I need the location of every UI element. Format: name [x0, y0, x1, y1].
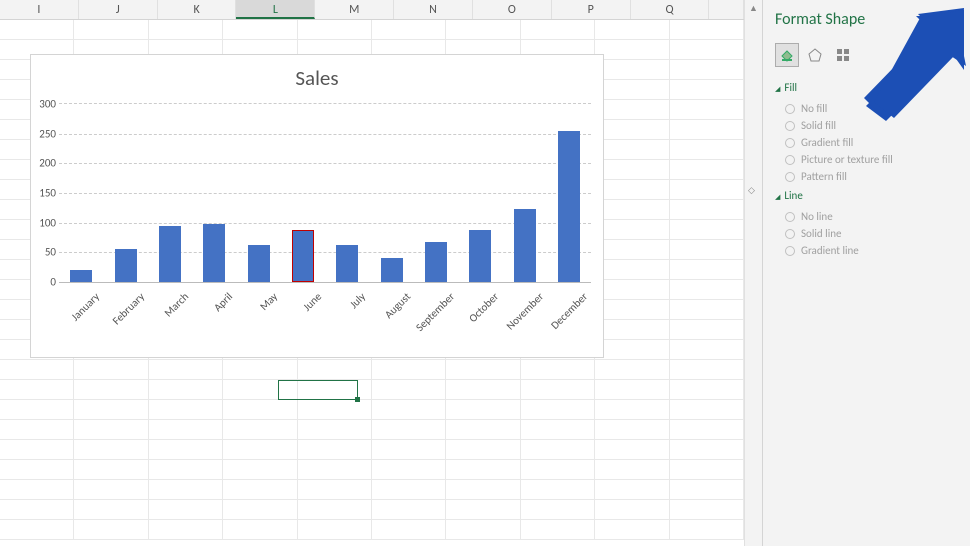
radio-icon — [785, 155, 795, 165]
pane-tool-tabs — [775, 43, 960, 67]
pane-close-button[interactable]: ✕ — [953, 12, 962, 25]
pane-options-dropdown[interactable]: ▾ — [933, 12, 939, 25]
line-solid-line[interactable]: Solid line — [785, 227, 960, 240]
col-header-q[interactable]: Q — [631, 0, 710, 19]
radio-icon — [785, 172, 795, 182]
chart-bar[interactable] — [70, 270, 92, 282]
radio-icon — [785, 121, 795, 131]
tab-fill-line[interactable] — [775, 43, 799, 67]
col-header-i[interactable]: I — [0, 0, 79, 19]
vertical-scrollbar[interactable]: ▲ ◇ — [744, 0, 762, 546]
chart-bar[interactable] — [336, 245, 358, 282]
y-axis-tick: 100 — [34, 216, 56, 229]
section-line-header[interactable]: Line — [775, 189, 960, 202]
fill-no-fill[interactable]: No fill — [785, 102, 960, 115]
chart-bar[interactable] — [203, 224, 225, 282]
radio-icon — [785, 212, 795, 222]
pane-title: Format Shape — [775, 10, 960, 29]
section-fill-header[interactable]: Fill — [775, 81, 960, 94]
y-axis-tick: 300 — [34, 98, 56, 111]
chart-bar[interactable] — [514, 209, 536, 282]
column-header-row: I J K L M N O P Q — [0, 0, 744, 20]
radio-label: Gradient fill — [801, 136, 853, 149]
tab-effects[interactable] — [803, 43, 827, 67]
active-cell-indicator[interactable] — [278, 380, 358, 400]
chart-bar[interactable] — [248, 245, 270, 282]
radio-icon — [785, 229, 795, 239]
fill-solid-fill[interactable]: Solid fill — [785, 119, 960, 132]
col-header-partial[interactable] — [709, 0, 744, 19]
y-axis-tick: 0 — [34, 276, 56, 289]
radio-label: No fill — [801, 102, 827, 115]
col-header-k[interactable]: K — [158, 0, 237, 19]
chart-bar[interactable] — [425, 242, 447, 282]
y-axis-tick: 150 — [34, 187, 56, 200]
chart-bar[interactable] — [292, 230, 314, 282]
col-header-j[interactable]: J — [79, 0, 158, 19]
chart-title[interactable]: Sales — [31, 55, 603, 91]
chart-bar[interactable] — [115, 249, 137, 282]
line-no-line[interactable]: No line — [785, 210, 960, 223]
spreadsheet-area: I J K L M N O P Q — [0, 0, 744, 546]
radio-label: Solid fill — [801, 119, 836, 132]
line-gradient-line[interactable]: Gradient line — [785, 244, 960, 257]
radio-icon — [785, 104, 795, 114]
col-header-l[interactable]: L — [236, 0, 315, 19]
col-header-p[interactable]: P — [552, 0, 631, 19]
radio-icon — [785, 138, 795, 148]
fill-gradient-fill[interactable]: Gradient fill — [785, 136, 960, 149]
paint-bucket-icon — [779, 47, 795, 63]
pentagon-icon — [807, 47, 823, 63]
fill-picture-fill[interactable]: Picture or texture fill — [785, 153, 960, 166]
radio-label: No line — [801, 210, 833, 223]
y-axis-tick: 200 — [34, 157, 56, 170]
radio-label: Gradient line — [801, 244, 859, 257]
col-header-o[interactable]: O — [473, 0, 552, 19]
col-header-m[interactable]: M — [315, 0, 394, 19]
radio-label: Picture or texture fill — [801, 153, 893, 166]
tab-size-properties[interactable] — [831, 43, 855, 67]
radio-label: Pattern fill — [801, 170, 847, 183]
chart-object[interactable]: Sales 050100150200250300JanuaryFebruaryM… — [30, 54, 604, 358]
chart-bar[interactable] — [469, 230, 491, 282]
format-shape-pane: Format Shape ▾ ✕ Fill No fill Solid fill… — [762, 0, 970, 546]
chart-bar[interactable] — [381, 258, 403, 282]
expand-marker-icon[interactable]: ◇ — [748, 185, 755, 196]
scroll-up-icon[interactable]: ▲ — [749, 3, 758, 14]
y-axis-tick: 50 — [34, 246, 56, 259]
chart-plot-area[interactable]: 050100150200250300JanuaryFebruaryMarchAp… — [59, 103, 591, 283]
size-grid-icon — [835, 47, 851, 63]
col-header-n[interactable]: N — [394, 0, 473, 19]
radio-icon — [785, 246, 795, 256]
chart-bar[interactable] — [558, 131, 580, 282]
y-axis-tick: 250 — [34, 127, 56, 140]
radio-label: Solid line — [801, 227, 841, 240]
fill-pattern-fill[interactable]: Pattern fill — [785, 170, 960, 183]
chart-bar[interactable] — [159, 226, 181, 282]
